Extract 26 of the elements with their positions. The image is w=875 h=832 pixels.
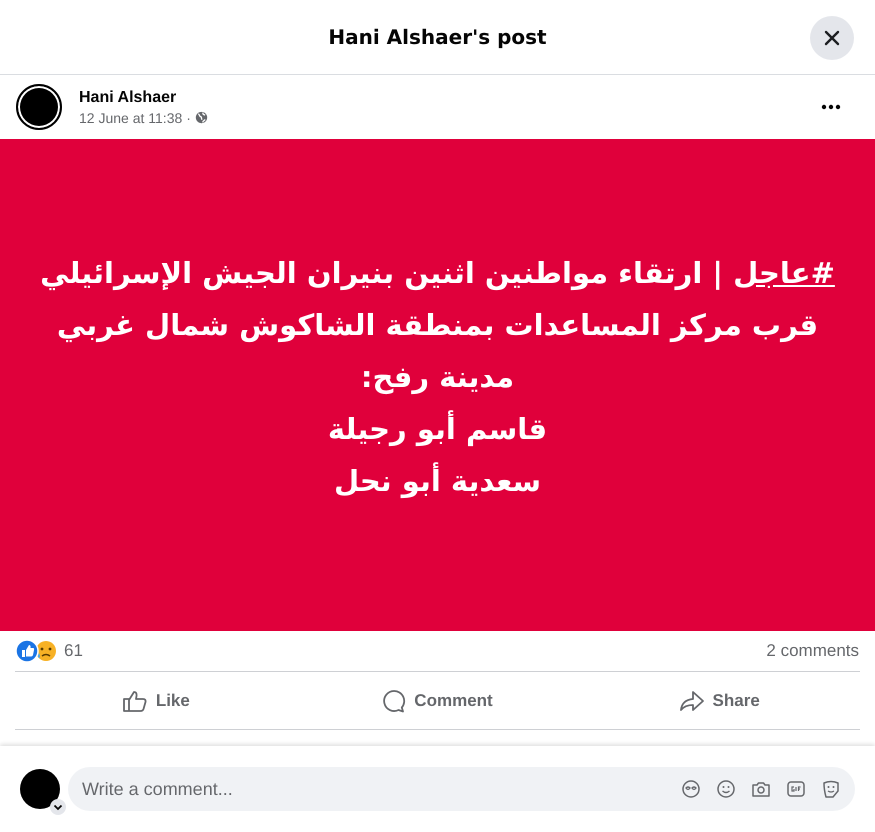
like-button[interactable]: Like [15,672,297,729]
avatar-sticker-icon[interactable] [681,779,701,799]
close-button[interactable] [810,16,854,60]
thumbs-up-icon [122,688,148,712]
comment-button[interactable]: Comment [296,672,578,729]
gif-icon[interactable] [786,779,806,799]
share-arrow-icon [678,688,705,712]
user-avatar[interactable] [20,769,60,809]
globe-icon [194,111,208,124]
chevron-down-icon[interactable] [50,799,66,815]
comment-count[interactable]: 2 comments [766,641,859,661]
sticker-icon[interactable] [821,779,841,799]
reaction-count[interactable]: 61 [64,641,83,661]
post-time[interactable]: 12 June at 11:38 [79,110,182,126]
speech-bubble-icon [382,688,406,712]
share-button[interactable]: Share [578,672,860,729]
post-text: #عاجل | ارتقاء مواطنين اثنين بنيران الجيش الإسرائيلي قرب مركز المساعدات بمنطقة الشاكوش شمال غربي مدينة رفح: قاسم أبو رجيلة سعدية أبو نحل [39,255,836,500]
close-icon [823,29,841,47]
comment-input[interactable]: Write a comment... [68,767,855,811]
dialog-title: Hani Alshaer's post [328,25,547,49]
hashtag-link[interactable]: #عاجل [733,256,835,290]
avatar[interactable] [16,84,62,130]
author-name[interactable]: Hani Alshaer [79,88,815,106]
separator: · [186,110,191,126]
more-icon [821,104,841,110]
emoji-icon[interactable] [716,779,736,799]
